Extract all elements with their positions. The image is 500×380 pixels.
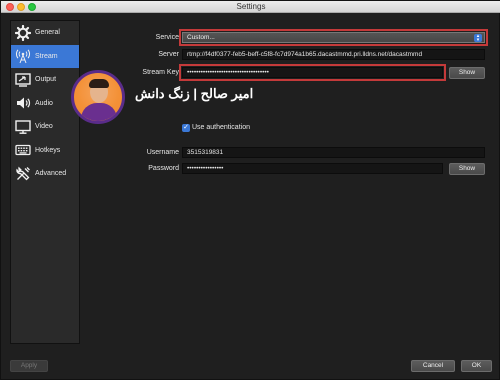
- service-label: Service: [155, 34, 179, 41]
- sidebar-item-label: Audio: [35, 99, 53, 107]
- tools-icon: [15, 166, 31, 182]
- service-value: Custom...: [187, 34, 215, 41]
- sidebar-item-audio[interactable]: Audio: [11, 92, 79, 116]
- sidebar-item-label: Stream: [35, 52, 58, 60]
- settings-sidebar: General Stream Output Audio Video Hotkey…: [10, 20, 80, 344]
- gear-icon: [15, 24, 31, 41]
- output-icon: [15, 72, 31, 88]
- sidebar-item-label: General: [35, 29, 60, 37]
- server-input[interactable]: rtmp://f4df0377-feb5-beff-c5f8-fc7d974a1…: [182, 49, 485, 60]
- sidebar-item-label: Output: [35, 76, 57, 84]
- show-stream-key-button[interactable]: Show: [449, 67, 485, 79]
- stream-settings-panel: Service Custom... ▴ ▾ Server rtmp://f4df0…: [87, 20, 492, 344]
- sidebar-item-stream[interactable]: Stream: [11, 44, 79, 68]
- username-label: Username: [146, 149, 179, 156]
- password-input[interactable]: ••••••••••••••••: [182, 163, 443, 174]
- settings-window: Settings General Stream Output Audio Vid…: [0, 0, 500, 380]
- sidebar-item-hotkeys[interactable]: Hotkeys: [11, 139, 79, 163]
- apply-button[interactable]: Apply: [10, 360, 48, 372]
- sidebar-item-video[interactable]: Video: [11, 115, 79, 139]
- speaker-icon: [15, 95, 31, 111]
- sidebar-item-advanced[interactable]: Advanced: [11, 162, 79, 186]
- keyboard-icon: [15, 142, 31, 158]
- password-label: Password: [148, 165, 179, 172]
- sidebar-item-general[interactable]: General: [11, 21, 79, 45]
- stream-key-input[interactable]: ••••••••••••••••••••••••••••••••••••: [179, 64, 446, 81]
- antenna-icon: [15, 48, 31, 64]
- ok-button[interactable]: OK: [461, 360, 492, 372]
- service-select[interactable]: Custom... ▴ ▾: [179, 29, 488, 46]
- username-input[interactable]: 3515319831: [182, 147, 485, 158]
- cancel-button[interactable]: Cancel: [411, 360, 455, 372]
- server-label: Server: [158, 51, 179, 58]
- use-authentication-label: Use authentication: [192, 124, 250, 131]
- chevron-up-down-icon: ▴ ▾: [474, 34, 482, 42]
- show-password-button[interactable]: Show: [449, 163, 485, 175]
- stream-key-label: Stream Key: [142, 69, 179, 76]
- sidebar-item-label: Advanced: [35, 170, 67, 178]
- monitor-icon: [15, 119, 31, 135]
- sidebar-item-output[interactable]: Output: [11, 68, 79, 92]
- sidebar-item-label: Video: [35, 123, 53, 131]
- sidebar-item-label: Hotkeys: [35, 146, 61, 154]
- title-bar: Settings: [1, 1, 500, 13]
- window-title: Settings: [236, 2, 266, 11]
- use-authentication-checkbox[interactable]: ✓: [182, 124, 190, 132]
